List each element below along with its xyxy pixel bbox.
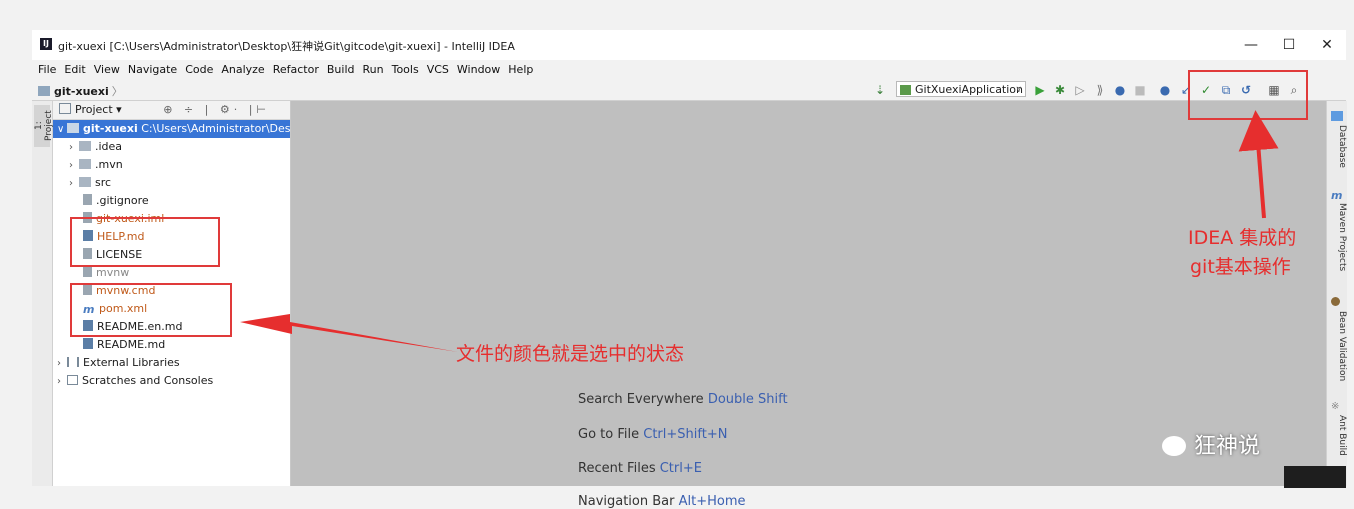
wechat-icon (1162, 436, 1186, 456)
corner-shadow (1284, 466, 1346, 488)
annotation-file-color: 文件的颜色就是选中的状态 (456, 343, 685, 365)
annotation-git-ops-line2: git基本操作 (1190, 256, 1291, 278)
watermark: 狂神说 (1162, 428, 1260, 460)
arrow-to-files (240, 314, 458, 352)
annotation-arrows (240, 110, 1279, 352)
annotation-git-ops-line1: IDEA 集成的 (1188, 227, 1297, 249)
watermark-text: 狂神说 (1194, 434, 1261, 459)
arrow-to-git-ops (1238, 110, 1279, 219)
